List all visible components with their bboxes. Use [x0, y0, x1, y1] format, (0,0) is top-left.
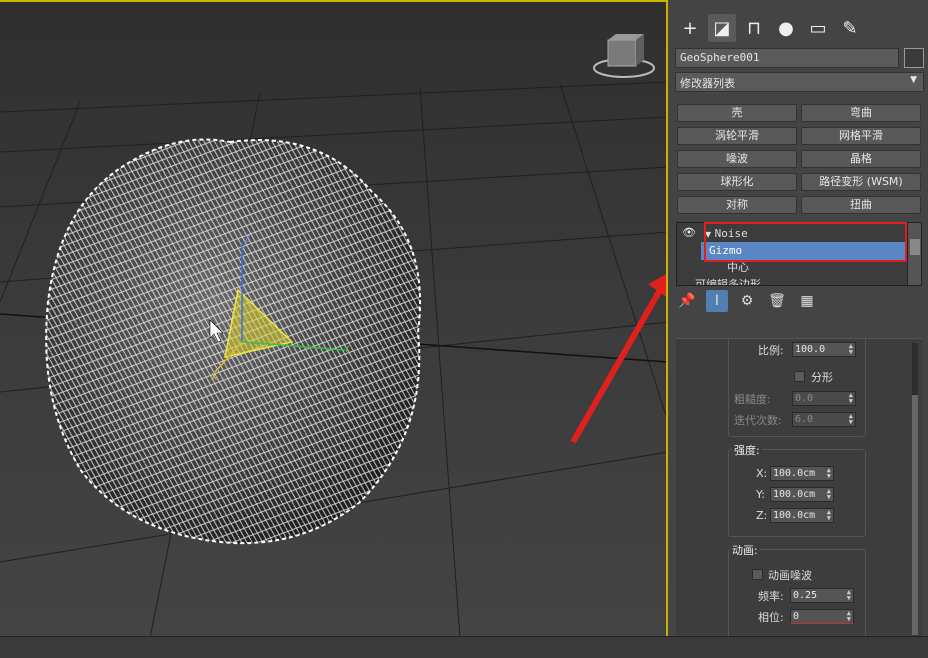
strength-z-spinner[interactable]: 100.0cm ▲ ▼ — [770, 508, 834, 523]
animate-noise-checkbox[interactable] — [752, 569, 763, 580]
x-label: X: — [756, 467, 768, 480]
utilities-tab-icon[interactable]: ✎ — [836, 14, 864, 42]
strength-x-value: 100.0cm — [773, 468, 816, 479]
spherify-button[interactable]: 球形化 — [677, 173, 797, 191]
bend-button[interactable]: 弯曲 — [801, 104, 921, 122]
phase-spinner[interactable]: 0 ▲ ▼ — [790, 609, 854, 624]
hierarchy-tab-icon[interactable]: ⊓ — [740, 14, 768, 42]
gizmo-z-label: Z — [244, 235, 250, 245]
show-end-result-icon[interactable]: Ⅰ — [706, 290, 728, 312]
y-label: Y: — [756, 488, 765, 501]
fractal-label: 分形 — [811, 371, 833, 384]
strength-label: 强度: — [732, 442, 762, 458]
scale-label: 比例: — [758, 344, 784, 357]
viewport-scene: Z Y X — [0, 34, 666, 636]
shell-button[interactable]: 壳 — [677, 104, 797, 122]
annotation-arrow — [570, 274, 666, 444]
frequency-label: 频率: — [758, 590, 784, 603]
gizmo-x-label: X — [211, 373, 217, 383]
noise-button[interactable]: 噪波 — [677, 150, 797, 168]
create-tab-icon[interactable]: + — [676, 14, 704, 42]
roughness-spinner[interactable]: 0.0 ▲ ▼ — [792, 391, 856, 406]
iterations-value: 6.0 — [795, 414, 814, 425]
animation-label: 动画: — [730, 542, 760, 558]
noise-parameters-rollout: 比例: 100.0 ▲ ▼ 分形 粗糙度: 0.0 ▲ ▼ 迭代次数: 6.0 ▲ ▼ 强度… — [676, 338, 922, 636]
lattice-button[interactable]: 晶格 — [801, 150, 921, 168]
stack-toolbar: 📌 Ⅰ ⚙ 🗑 ▦ — [676, 290, 818, 312]
stack-item-editable-poly[interactable]: 可编辑多边形 — [677, 276, 907, 285]
strength-y-spinner[interactable]: 100.0cm ▲ ▼ — [770, 487, 834, 502]
roughness-label: 粗糙度: — [734, 393, 771, 406]
params-scrollbar[interactable] — [912, 343, 918, 635]
viewcube-icon — [593, 34, 655, 78]
strength-y-value: 100.0cm — [773, 489, 816, 500]
turbosmooth-button[interactable]: 涡轮平滑 — [677, 127, 797, 145]
motion-tab-icon[interactable]: ● — [772, 14, 800, 42]
display-tab-icon[interactable]: ▭ — [804, 14, 832, 42]
configure-sets-icon[interactable]: ▦ — [796, 290, 818, 312]
fractal-checkbox[interactable] — [794, 371, 805, 382]
path-deform-button[interactable]: 路径变形 (WSM) — [801, 173, 921, 191]
phase-value: 0 — [793, 611, 800, 622]
phase-label: 相位: — [758, 611, 784, 624]
chevron-down-icon: ▼ — [910, 75, 917, 85]
z-label: Z: — [756, 509, 768, 522]
frequency-spinner[interactable]: 0.25 ▲ ▼ — [790, 588, 854, 603]
roughness-value: 0.0 — [795, 393, 814, 404]
scale-value: 100.0 — [795, 344, 826, 355]
modifier-list-label: 修改器列表 — [680, 77, 735, 90]
object-name-field[interactable]: GeoSphere001 — [675, 48, 899, 68]
strength-z-value: 100.0cm — [773, 510, 816, 521]
meshsmooth-button[interactable]: 网格平滑 — [801, 127, 921, 145]
status-bar — [0, 636, 928, 658]
iterations-label: 迭代次数: — [734, 414, 782, 427]
modifier-list-dropdown[interactable]: 修改器列表 ▼ — [675, 72, 924, 92]
gizmo-y-label: Y — [343, 345, 350, 355]
pin-stack-icon[interactable]: 📌 — [676, 290, 698, 312]
iterations-spinner[interactable]: 6.0 ▲ ▼ — [792, 412, 856, 427]
twist-button[interactable]: 扭曲 — [801, 196, 921, 214]
scale-spinner[interactable]: 100.0 ▲ ▼ — [792, 342, 856, 357]
stack-scrollbar[interactable] — [907, 223, 921, 285]
make-unique-icon[interactable]: ⚙ — [736, 290, 758, 312]
modifier-buttons: 壳 弯曲 涡轮平滑 网格平滑 噪波 晶格 球形化 路径变形 (WSM) 对称 扭… — [677, 104, 921, 214]
modify-tab-icon[interactable]: ◪ — [708, 14, 736, 42]
strength-x-spinner[interactable]: 100.0cm ▲ ▼ — [770, 466, 834, 481]
animate-noise-label: 动画噪波 — [768, 569, 812, 582]
command-panel: + ◪ ⊓ ● ▭ ✎ GeoSphere001 修改器列表 ▼ 壳 弯曲 涡轮… — [670, 0, 928, 636]
annotation-highlight-box — [704, 222, 907, 262]
object-color-swatch[interactable] — [904, 48, 924, 68]
remove-modifier-icon[interactable]: 🗑 — [766, 290, 788, 312]
perspective-viewport[interactable]: Z Y X — [0, 0, 668, 636]
panel-tabs: + ◪ ⊓ ● ▭ ✎ — [676, 14, 864, 44]
frequency-value: 0.25 — [793, 590, 818, 601]
symmetry-button[interactable]: 对称 — [677, 196, 797, 214]
